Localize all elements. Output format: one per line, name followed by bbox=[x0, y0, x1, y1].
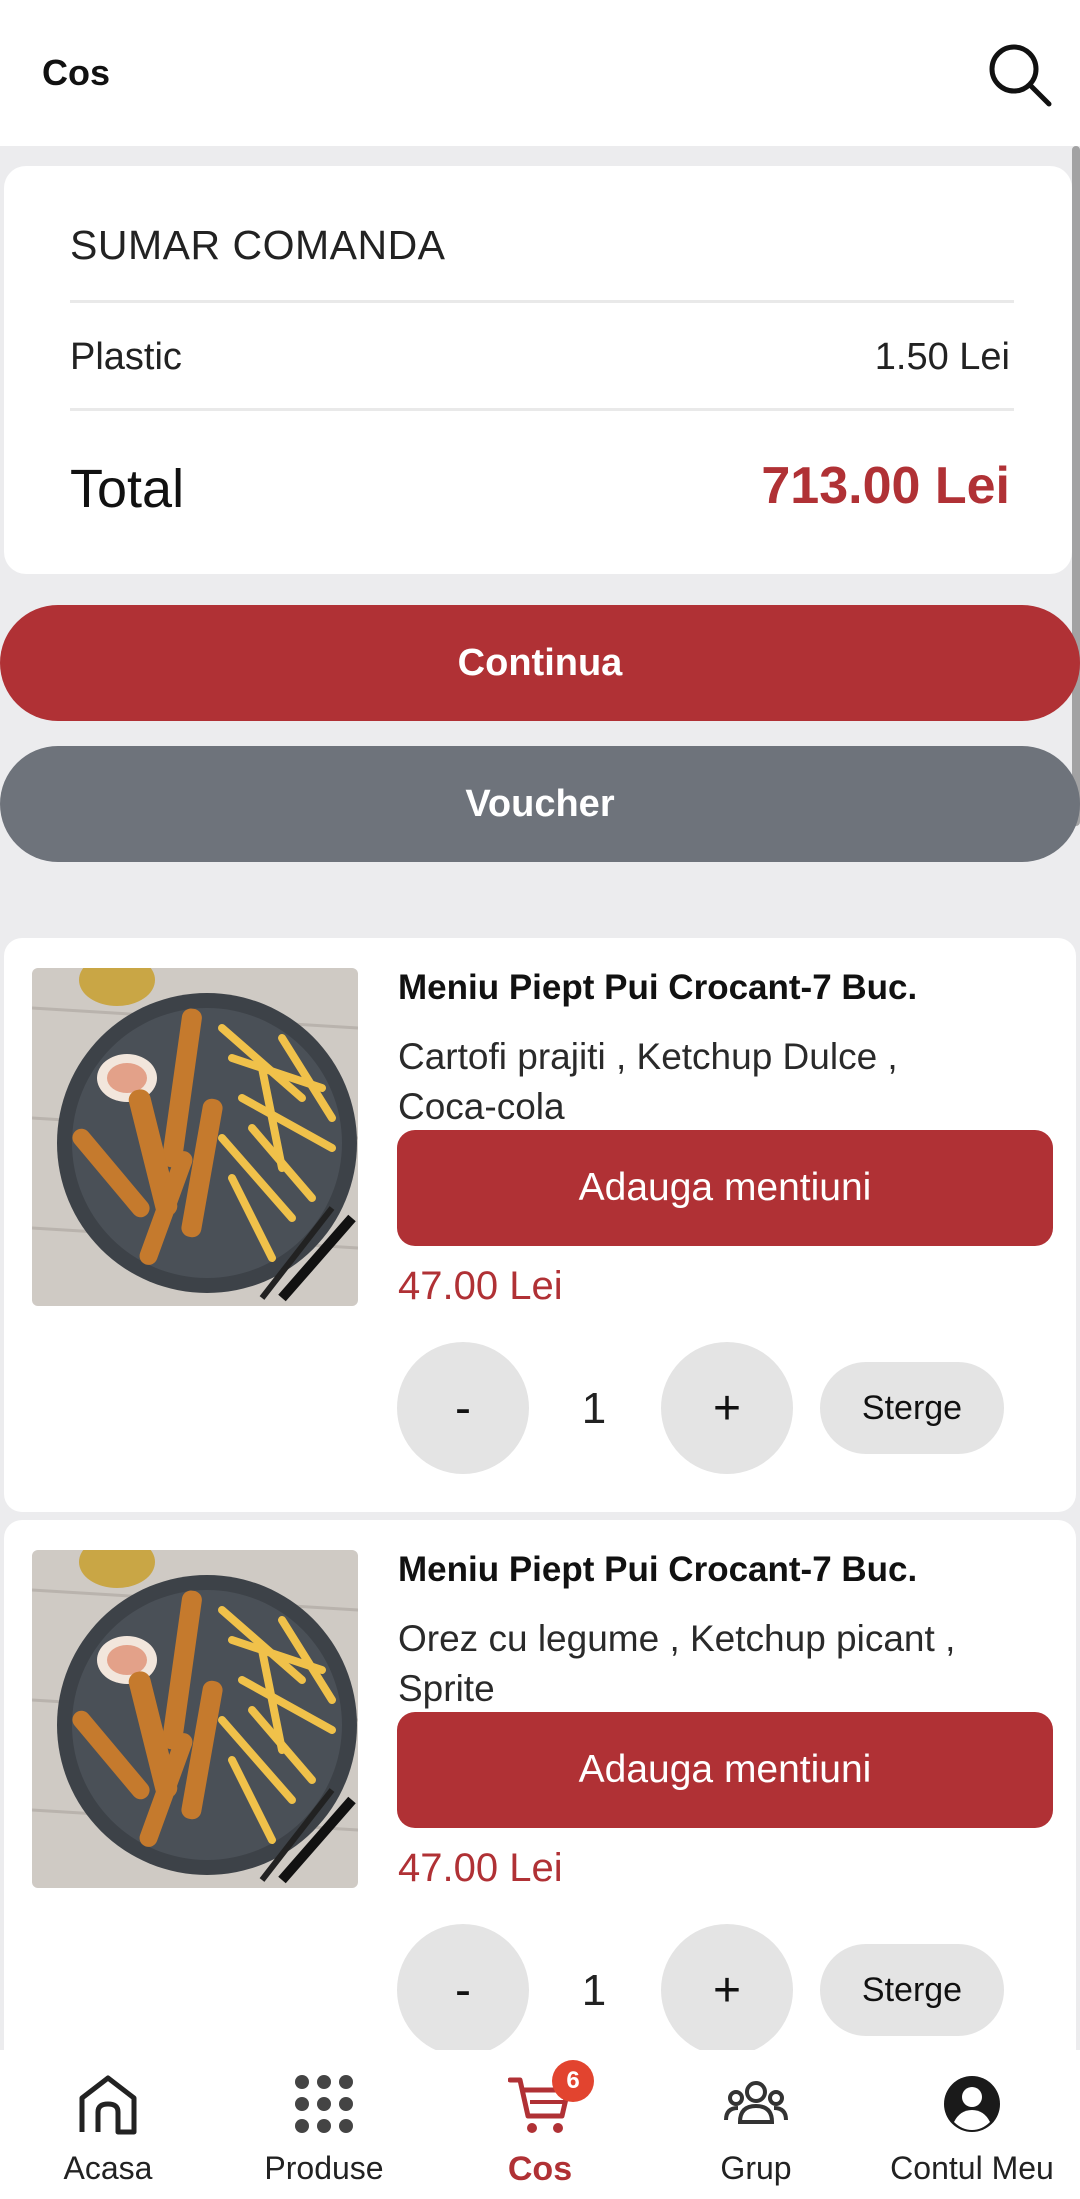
add-mentions-button[interactable]: Adauga mentiuni bbox=[397, 1712, 1053, 1828]
product-image bbox=[32, 968, 358, 1306]
cart-item: Meniu Piept Pui Crocant-7 Buc. Orez cu l… bbox=[4, 1520, 1076, 2120]
decrease-quantity-button[interactable]: - bbox=[397, 1924, 529, 2056]
page-title: Cos bbox=[42, 52, 111, 93]
product-options: Cartofi prajiti , Ketchup Dulce , Coca-c… bbox=[398, 1036, 898, 1127]
total-value: 713.00 Lei bbox=[761, 457, 1010, 515]
nav-label: Contul Meu bbox=[890, 2150, 1054, 2186]
product-name: Meniu Piept Pui Crocant-7 Buc. bbox=[398, 968, 918, 1007]
product-price: 47.00 Lei bbox=[398, 1846, 563, 1890]
bottom-navigation: Acasa Produse 6 Cos Grup Contul Meu bbox=[0, 2050, 1080, 2199]
account-icon bbox=[940, 2072, 1004, 2136]
increase-quantity-button[interactable]: + bbox=[661, 1342, 793, 1474]
summary-row-value: 1.50 Lei bbox=[874, 336, 1010, 378]
total-label: Total bbox=[70, 459, 185, 519]
nav-item-contul-meu[interactable]: Contul Meu bbox=[864, 2050, 1080, 2199]
nav-label: Cos bbox=[507, 2150, 573, 2188]
scrollbar[interactable] bbox=[1072, 146, 1080, 826]
product-name: Meniu Piept Pui Crocant-7 Buc. bbox=[398, 1550, 918, 1589]
voucher-button[interactable]: Voucher bbox=[0, 746, 1080, 862]
summary-title: SUMAR COMANDA bbox=[70, 222, 446, 268]
summary-row-label: Plastic bbox=[70, 336, 182, 378]
divider bbox=[70, 300, 1014, 303]
product-image bbox=[32, 1550, 358, 1888]
divider bbox=[70, 408, 1014, 411]
quantity-value: 1 bbox=[581, 1966, 607, 2015]
nav-item-grup[interactable]: Grup bbox=[648, 2050, 864, 2199]
order-summary-card: SUMAR COMANDA Plastic 1.50 Lei Total 713… bbox=[4, 166, 1072, 574]
quantity-value: 1 bbox=[581, 1384, 607, 1433]
search-icon[interactable] bbox=[985, 40, 1055, 110]
nav-item-acasa[interactable]: Acasa bbox=[0, 2050, 216, 2199]
decrease-quantity-button[interactable]: - bbox=[397, 1342, 529, 1474]
product-options: Orez cu legume , Ketchup picant , Sprite bbox=[398, 1618, 956, 1709]
grid-icon bbox=[292, 2072, 356, 2136]
nav-item-produse[interactable]: Produse bbox=[216, 2050, 432, 2199]
cart-count-badge: 6 bbox=[552, 2060, 594, 2102]
continue-button[interactable]: Continua bbox=[0, 605, 1080, 721]
delete-item-button[interactable]: Sterge bbox=[820, 1944, 1004, 2036]
top-bar: Cos bbox=[0, 0, 1080, 146]
home-icon bbox=[76, 2072, 140, 2136]
nav-label: Acasa bbox=[63, 2150, 153, 2186]
cart-item: Meniu Piept Pui Crocant-7 Buc. Cartofi p… bbox=[4, 938, 1076, 1512]
delete-item-button[interactable]: Sterge bbox=[820, 1362, 1004, 1454]
nav-label: Grup bbox=[720, 2150, 792, 2186]
app-root: Cos SUMAR COMANDA Plastic 1.50 Lei Total… bbox=[0, 0, 1080, 2199]
add-mentions-button[interactable]: Adauga mentiuni bbox=[397, 1130, 1053, 1246]
group-icon bbox=[724, 2072, 788, 2136]
nav-item-cos[interactable]: 6 Cos bbox=[432, 2050, 648, 2199]
increase-quantity-button[interactable]: + bbox=[661, 1924, 793, 2056]
product-price: 47.00 Lei bbox=[398, 1264, 563, 1308]
nav-label: Produse bbox=[264, 2150, 384, 2186]
